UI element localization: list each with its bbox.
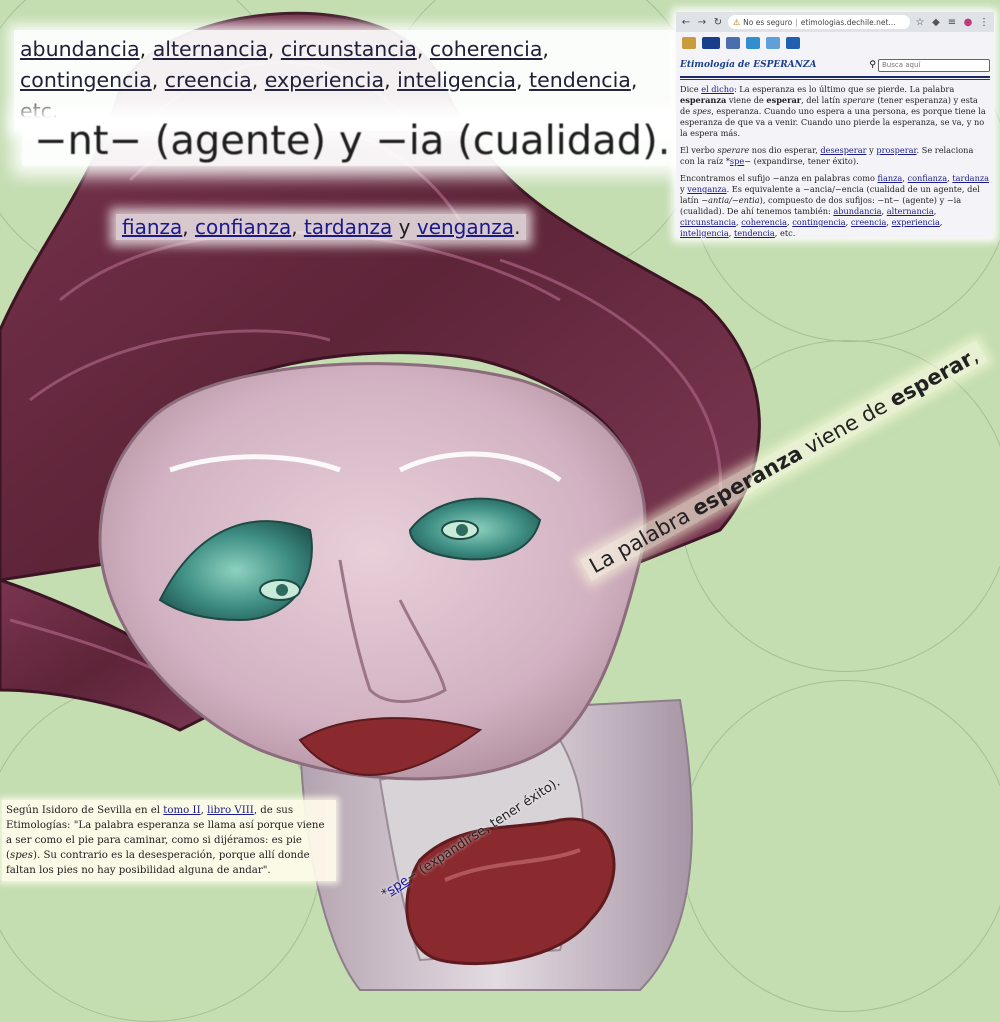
extensions-icon[interactable]: ◆: [930, 17, 942, 28]
word-link[interactable]: tardanza: [304, 215, 392, 239]
logo-icon[interactable]: [702, 37, 720, 49]
word-link[interactable]: venganza: [687, 184, 726, 194]
word-link[interactable]: abundancia: [20, 37, 140, 61]
word-link[interactable]: inteligencia: [680, 228, 729, 238]
joiner: y: [392, 215, 417, 239]
site-search: ⚲: [869, 58, 990, 72]
bed-icon[interactable]: [746, 37, 760, 49]
search-icon: ⚲: [869, 60, 876, 70]
joiner: .: [514, 215, 521, 239]
word-link[interactable]: circunstancia: [281, 37, 417, 61]
word-link[interactable]: alternancia: [153, 37, 268, 61]
link-el-dicho[interactable]: el dicho: [701, 84, 734, 94]
isidoro-quote: Según Isidoro de Sevilla en el tomo II, …: [2, 800, 336, 881]
word-link[interactable]: tendencia: [529, 68, 631, 92]
link-prosperar[interactable]: prosperar: [876, 145, 916, 155]
word-link[interactable]: abundancia: [833, 206, 881, 216]
word-link[interactable]: venganza: [417, 215, 514, 239]
link-libro-viii[interactable]: libro VIII: [207, 805, 254, 816]
book-icon[interactable]: [786, 37, 800, 49]
link-spe[interactable]: spe: [730, 156, 744, 166]
url-text: etimologias.dechile.net...: [800, 17, 896, 27]
temple-icon[interactable]: [726, 37, 740, 49]
site-title-row: Etimología de ESPERANZA ⚲: [676, 54, 994, 76]
word-link[interactable]: creencia: [851, 217, 887, 227]
article-paragraph-1: Dice el dicho: La esperanza es lo último…: [680, 84, 986, 138]
word-link[interactable]: confianza: [908, 173, 948, 183]
home-icon[interactable]: [682, 37, 696, 49]
article-paragraph-3: Encontramos el sufijo −anza en palabras …: [680, 173, 990, 238]
menu-icon[interactable]: ⋮: [978, 17, 990, 28]
word-link[interactable]: experiencia: [265, 68, 384, 92]
link-desesperar[interactable]: desesperar: [820, 145, 866, 155]
word-link[interactable]: tendencia: [734, 228, 775, 238]
word-link[interactable]: contingencia: [20, 68, 152, 92]
title-rule: [680, 76, 990, 78]
word-link[interactable]: creencia: [165, 68, 252, 92]
suffix-heading: −nt− (agente) y −ia (cualidad).: [22, 116, 683, 166]
joiner: ,: [182, 215, 196, 239]
security-label: No es seguro: [743, 17, 793, 27]
link-tomo-ii[interactable]: tomo II: [163, 805, 200, 816]
article-paragraph-2: El verbo sperare nos dio esperar, desesp…: [680, 145, 974, 166]
title-rule-accent: [680, 79, 990, 80]
warning-icon: ⚠: [733, 17, 741, 27]
word-link[interactable]: fianza: [122, 215, 182, 239]
page-title: Etimología de ESPERANZA: [680, 60, 817, 70]
anza-word-list: fianza, confianza, tardanza y venganza.: [116, 214, 527, 240]
word-link[interactable]: coherencia: [741, 217, 787, 227]
browser-toolbar: ← → ↻ ⚠ No es seguro | etimologias.dechi…: [676, 12, 994, 32]
word-link[interactable]: experiencia: [892, 217, 940, 227]
back-arrow-icon[interactable]: ←: [680, 17, 692, 28]
search-input[interactable]: [878, 58, 990, 72]
address-bar[interactable]: ⚠ No es seguro | etimologias.dechile.net…: [728, 15, 910, 29]
reload-icon[interactable]: ↻: [712, 17, 724, 28]
joiner: ,: [291, 215, 304, 239]
browser-screenshot: ← → ↻ ⚠ No es seguro | etimologias.dechi…: [676, 12, 994, 238]
forward-arrow-icon[interactable]: →: [696, 17, 708, 28]
url-separator: |: [795, 17, 798, 27]
word-link[interactable]: inteligencia: [397, 68, 516, 92]
tree-icon[interactable]: [766, 37, 780, 49]
word-link[interactable]: alternancia: [887, 206, 934, 216]
list-icon[interactable]: ≡: [946, 17, 958, 28]
word-link[interactable]: coherencia: [430, 37, 543, 61]
word-link[interactable]: tardanza: [952, 173, 989, 183]
word-link[interactable]: contingencia: [792, 217, 845, 227]
word-link[interactable]: fianza: [878, 173, 903, 183]
profile-icon[interactable]: ●: [962, 17, 974, 28]
word-link[interactable]: circunstancia: [680, 217, 736, 227]
star-icon[interactable]: ☆: [914, 17, 926, 28]
site-icon-bar: [676, 32, 994, 54]
word-link[interactable]: confianza: [195, 215, 291, 239]
